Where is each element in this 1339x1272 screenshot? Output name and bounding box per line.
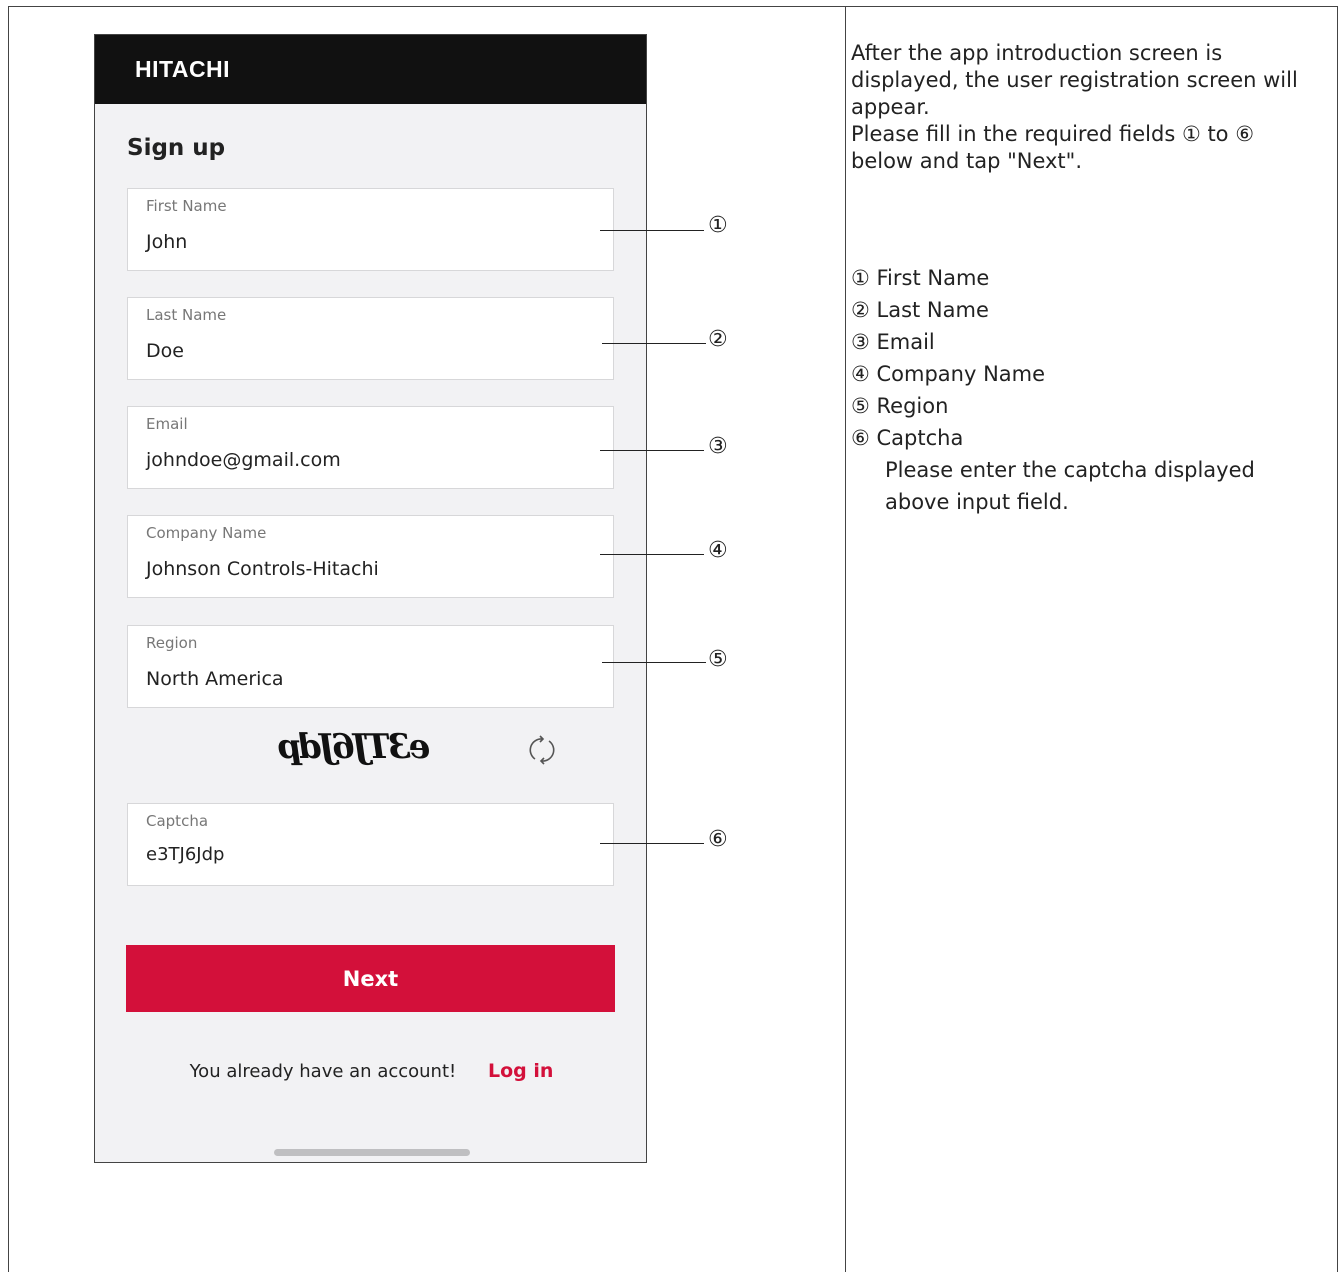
refresh-icon[interactable] bbox=[527, 735, 557, 765]
field-legend: ① First Name ② Last Name ③ Email ④ Compa… bbox=[851, 262, 1255, 518]
instruction-line: appear. bbox=[851, 95, 930, 119]
callout-2: ② bbox=[708, 327, 728, 352]
email-field[interactable]: Email johndoe@gmail.com bbox=[127, 406, 614, 489]
captcha-field[interactable]: Captcha e3TJ6Jdp bbox=[127, 803, 614, 886]
captcha-value: e3TJ6Jdp bbox=[146, 844, 225, 865]
app-header: HITACHI bbox=[95, 35, 646, 104]
callout-line-3 bbox=[600, 450, 704, 451]
legend-item: ⑤ Region bbox=[851, 394, 949, 418]
instruction-line: below and tap "Next". bbox=[851, 149, 1082, 173]
callout-5: ⑤ bbox=[708, 647, 728, 672]
legend-item: ① First Name bbox=[851, 266, 990, 290]
callout-line-6 bbox=[600, 843, 704, 844]
first-name-value: John bbox=[146, 231, 188, 253]
region-label: Region bbox=[146, 634, 198, 652]
first-name-label: First Name bbox=[146, 197, 227, 215]
captcha-row: e3TJ6Jdp bbox=[95, 723, 646, 783]
column-divider bbox=[845, 7, 846, 1272]
brand-logo: HITACHI bbox=[135, 56, 231, 82]
instruction-line: After the app introduction screen is bbox=[851, 41, 1223, 65]
home-indicator bbox=[274, 1149, 470, 1156]
last-name-field[interactable]: Last Name Doe bbox=[127, 297, 614, 380]
last-name-label: Last Name bbox=[146, 306, 227, 324]
callout-1: ① bbox=[708, 213, 728, 238]
instruction-line: displayed, the user registration screen … bbox=[851, 68, 1298, 92]
region-field[interactable]: Region North America bbox=[127, 625, 614, 708]
email-value: johndoe@gmail.com bbox=[146, 449, 341, 471]
callout-6: ⑥ bbox=[708, 827, 728, 852]
captcha-label: Captcha bbox=[146, 812, 209, 830]
callout-line-4 bbox=[600, 554, 704, 555]
first-name-field[interactable]: First Name John bbox=[127, 188, 614, 271]
instructions-text: After the app introduction screen is dis… bbox=[851, 40, 1326, 175]
callout-line-5 bbox=[602, 662, 706, 663]
account-text: You already have an account! bbox=[189, 1061, 457, 1082]
next-button[interactable]: Next bbox=[126, 945, 615, 1012]
login-link[interactable]: Log in bbox=[488, 1060, 553, 1082]
last-name-value: Doe bbox=[146, 340, 184, 362]
company-name-value: Johnson Controls-Hitachi bbox=[146, 558, 379, 580]
login-prompt: You already have an account! Log in bbox=[95, 1060, 646, 1082]
callout-3: ③ bbox=[708, 434, 728, 459]
callout-line-2 bbox=[602, 343, 706, 344]
legend-item: ② Last Name bbox=[851, 298, 989, 322]
instruction-line: Please fill in the required fields ① to … bbox=[851, 122, 1255, 146]
legend-item: ⑥ Captcha bbox=[851, 426, 964, 450]
captcha-note-line: Please enter the captcha displayed bbox=[885, 458, 1255, 482]
callout-line-1 bbox=[600, 230, 704, 231]
captcha-note-line: above input field. bbox=[885, 490, 1069, 514]
region-value: North America bbox=[146, 668, 284, 690]
legend-item: ④ Company Name bbox=[851, 362, 1046, 386]
phone-screen: HITACHI Sign up First Name John Last Nam… bbox=[94, 34, 647, 1163]
page-title: Sign up bbox=[127, 135, 226, 161]
company-name-field[interactable]: Company Name Johnson Controls-Hitachi bbox=[127, 515, 614, 598]
company-name-label: Company Name bbox=[146, 524, 267, 542]
callout-4: ④ bbox=[708, 538, 728, 563]
legend-item: ③ Email bbox=[851, 330, 935, 354]
email-label: Email bbox=[146, 415, 188, 433]
captcha-image: e3TJ6Jdp bbox=[277, 727, 433, 767]
